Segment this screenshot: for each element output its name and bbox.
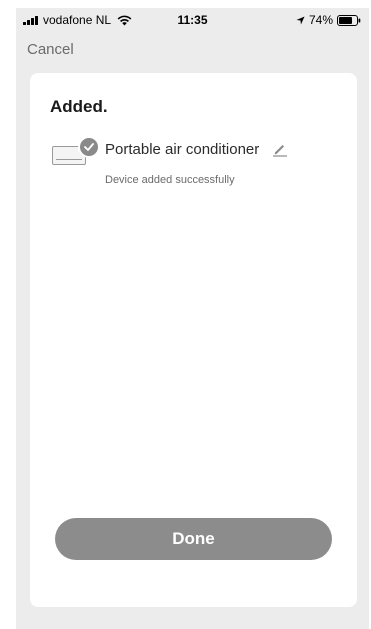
phone-screen: vodafone NL 11:35 74% Cancel Added. Port… [16,8,369,629]
status-bar: vodafone NL 11:35 74% [16,8,369,34]
status-right: 74% [296,13,361,27]
cancel-button[interactable]: Cancel [27,41,74,58]
battery-percent: 74% [308,13,333,27]
device-added-card: Added. Portable air conditioner Device a… [30,73,357,607]
device-icon [52,133,102,171]
pencil-icon[interactable] [272,141,288,157]
battery-icon [337,14,361,26]
check-icon [78,136,100,158]
card-title: Added. [50,97,108,116]
location-icon [296,15,305,25]
done-button[interactable]: Done [55,518,332,560]
device-status: Device added successfully [105,174,235,186]
device-name: Portable air conditioner [105,141,260,158]
